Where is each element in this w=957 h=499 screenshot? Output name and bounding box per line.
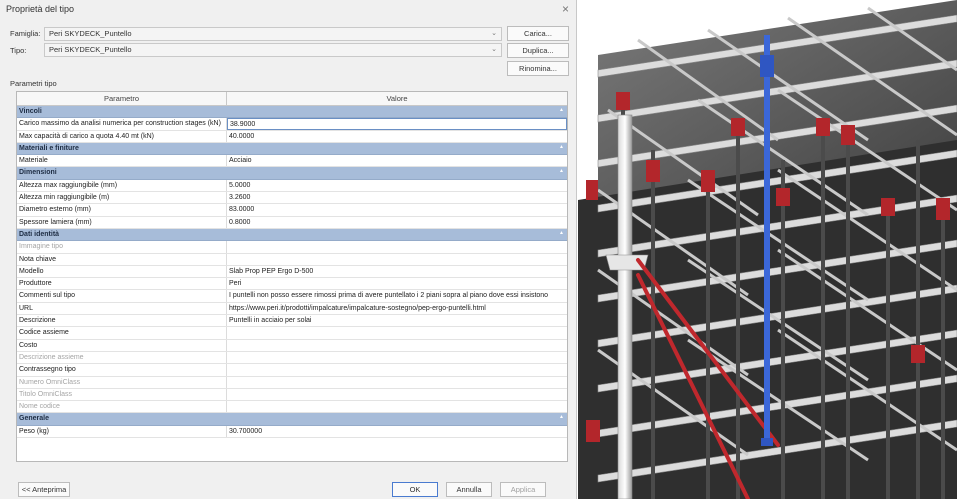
column	[617, 114, 633, 499]
type-properties-dialog: Proprietà del tipo × Famiglia: Peri SKYD…	[0, 0, 577, 499]
table-row[interactable]: Produttore Peri	[17, 278, 567, 291]
value-field[interactable]: https://www.peri.it/prodotti/impalcature…	[227, 303, 567, 314]
table-row[interactable]: Immagine tipo	[17, 241, 567, 254]
value-field[interactable]: I puntelli non posso essere rimossi prim…	[227, 290, 567, 301]
3d-model-view[interactable]	[578, 0, 957, 499]
value-field[interactable]	[227, 327, 567, 338]
table-row[interactable]: Contrassegno tipo	[17, 364, 567, 377]
group-header-generale[interactable]: Generale ▲	[17, 413, 567, 426]
duplicate-button[interactable]: Duplica...	[507, 43, 569, 58]
dialog-title: Proprietà del tipo	[6, 4, 75, 14]
value-field[interactable]: 5.0000	[227, 180, 567, 191]
table-row[interactable]: Altezza min raggiungibile (m) 3.2600	[17, 192, 567, 205]
table-row[interactable]: Carico massimo da analisi numerica per c…	[17, 118, 567, 131]
family-value: Peri SKYDECK_Puntello	[49, 29, 132, 38]
value-field[interactable]	[227, 364, 567, 375]
group-header-dimensioni[interactable]: Dimensioni ▲	[17, 167, 567, 180]
group-header-identita[interactable]: Dati identità ▲	[17, 228, 567, 242]
chevron-down-icon: ⌄	[491, 30, 497, 37]
value-field[interactable]	[227, 241, 567, 252]
table-row[interactable]: Numero OmniClass	[17, 376, 567, 389]
type-parameters-grid[interactable]: Parametro Valore Vincoli ▲ Carico massimo…	[16, 91, 568, 462]
value-field[interactable]: Puntelli in acciaio per solai	[227, 315, 567, 326]
table-row[interactable]: Spessore lamiera (mm) 0.8000	[17, 216, 567, 229]
table-row[interactable]: Max capacità di carico a quota 4.40 mt (…	[17, 130, 567, 143]
collapse-caret-icon[interactable]: ▲	[559, 167, 564, 175]
group-header-vincoli[interactable]: Vincoli ▲	[17, 106, 567, 119]
grid-header: Parametro Valore	[17, 92, 567, 106]
table-row[interactable]: URL https://www.peri.it/prodotti/impalcat…	[17, 302, 567, 316]
value-field[interactable]: 83.0000	[227, 204, 567, 215]
column-header-parameter[interactable]: Parametro	[17, 92, 227, 105]
load-button[interactable]: Carica...	[507, 26, 569, 41]
table-row[interactable]: Descrizione Puntelli in acciaio per solai	[17, 315, 567, 328]
ok-button[interactable]: OK	[392, 482, 438, 497]
family-dropdown[interactable]: Peri SKYDECK_Puntello ⌄	[44, 27, 502, 41]
table-row[interactable]: Descrizione assieme	[17, 351, 567, 365]
type-label: Tipo:	[10, 46, 27, 55]
chevron-down-icon: ⌄	[491, 46, 497, 53]
collapse-caret-icon[interactable]: ▲	[559, 106, 564, 114]
table-row[interactable]: Altezza max raggiungibile (mm) 5.0000	[17, 179, 567, 193]
value-field[interactable]	[227, 401, 567, 412]
collapse-caret-icon[interactable]: ▲	[559, 143, 564, 151]
value-field[interactable]: 3.2600	[227, 192, 567, 203]
value-field[interactable]: 40.0000	[227, 131, 567, 142]
value-field[interactable]: 30.700000	[227, 426, 567, 437]
column-header-value[interactable]: Valore	[227, 92, 567, 105]
value-field[interactable]: 38.9000	[227, 118, 567, 130]
value-field[interactable]	[227, 352, 567, 363]
table-row[interactable]: Nota chiave	[17, 253, 567, 266]
family-label: Famiglia:	[10, 29, 41, 38]
table-row[interactable]: Peso (kg) 30.700000	[17, 425, 567, 439]
value-field[interactable]	[227, 377, 567, 388]
table-row[interactable]: Titolo OmniClass	[17, 388, 567, 402]
table-row[interactable]: Modello Slab Prop PEP Ergo D-500	[17, 265, 567, 279]
collapse-caret-icon[interactable]: ▲	[559, 413, 564, 421]
value-field[interactable]: 0.8000	[227, 217, 567, 228]
table-row[interactable]: Codice assieme	[17, 327, 567, 340]
value-field[interactable]: Acciaio	[227, 155, 567, 166]
value-field[interactable]	[227, 340, 567, 351]
type-value: Peri SKYDECK_Puntello	[49, 45, 132, 54]
group-header-materiali[interactable]: Materiali e finiture ▲	[17, 142, 567, 156]
type-dropdown[interactable]: Peri SKYDECK_Puntello ⌄	[44, 43, 502, 57]
apply-button[interactable]: Applica	[500, 482, 546, 497]
table-row[interactable]: Costo	[17, 339, 567, 352]
table-row[interactable]: Commenti sul tipo I puntelli non posso es…	[17, 290, 567, 303]
table-row[interactable]: Diametro esterno (mm) 83.0000	[17, 204, 567, 217]
cancel-button[interactable]: Annulla	[446, 482, 492, 497]
table-row[interactable]: Nome codice	[17, 401, 567, 414]
value-field[interactable]: Peri	[227, 278, 567, 289]
value-field[interactable]: Slab Prop PEP Ergo D-500	[227, 266, 567, 277]
collapse-caret-icon[interactable]: ▲	[559, 229, 564, 237]
rename-button[interactable]: Rinomina...	[507, 61, 569, 76]
scaffolding-render	[578, 0, 957, 499]
params-caption: Parametri tipo	[10, 79, 57, 88]
value-field[interactable]	[227, 254, 567, 265]
table-row[interactable]: Materiale Acciaio	[17, 155, 567, 168]
close-icon[interactable]: ×	[562, 2, 569, 16]
value-field[interactable]	[227, 389, 567, 400]
preview-button[interactable]: << Anteprima	[18, 482, 70, 497]
